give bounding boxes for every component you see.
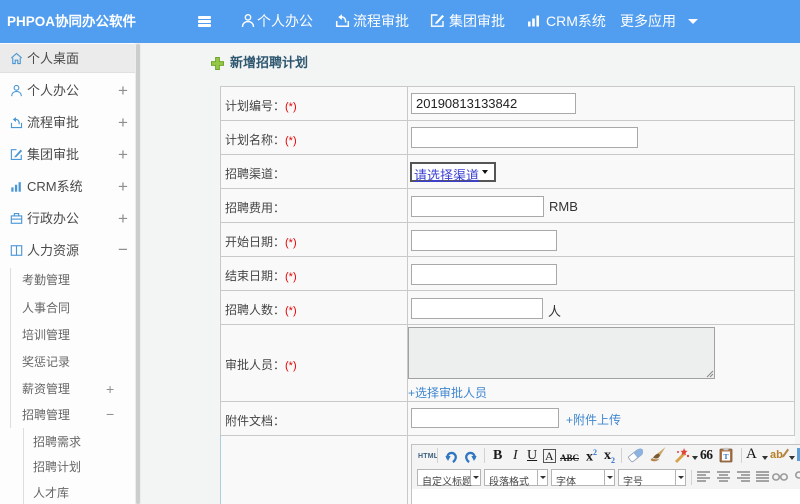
svg-text:T: T xyxy=(723,452,728,461)
